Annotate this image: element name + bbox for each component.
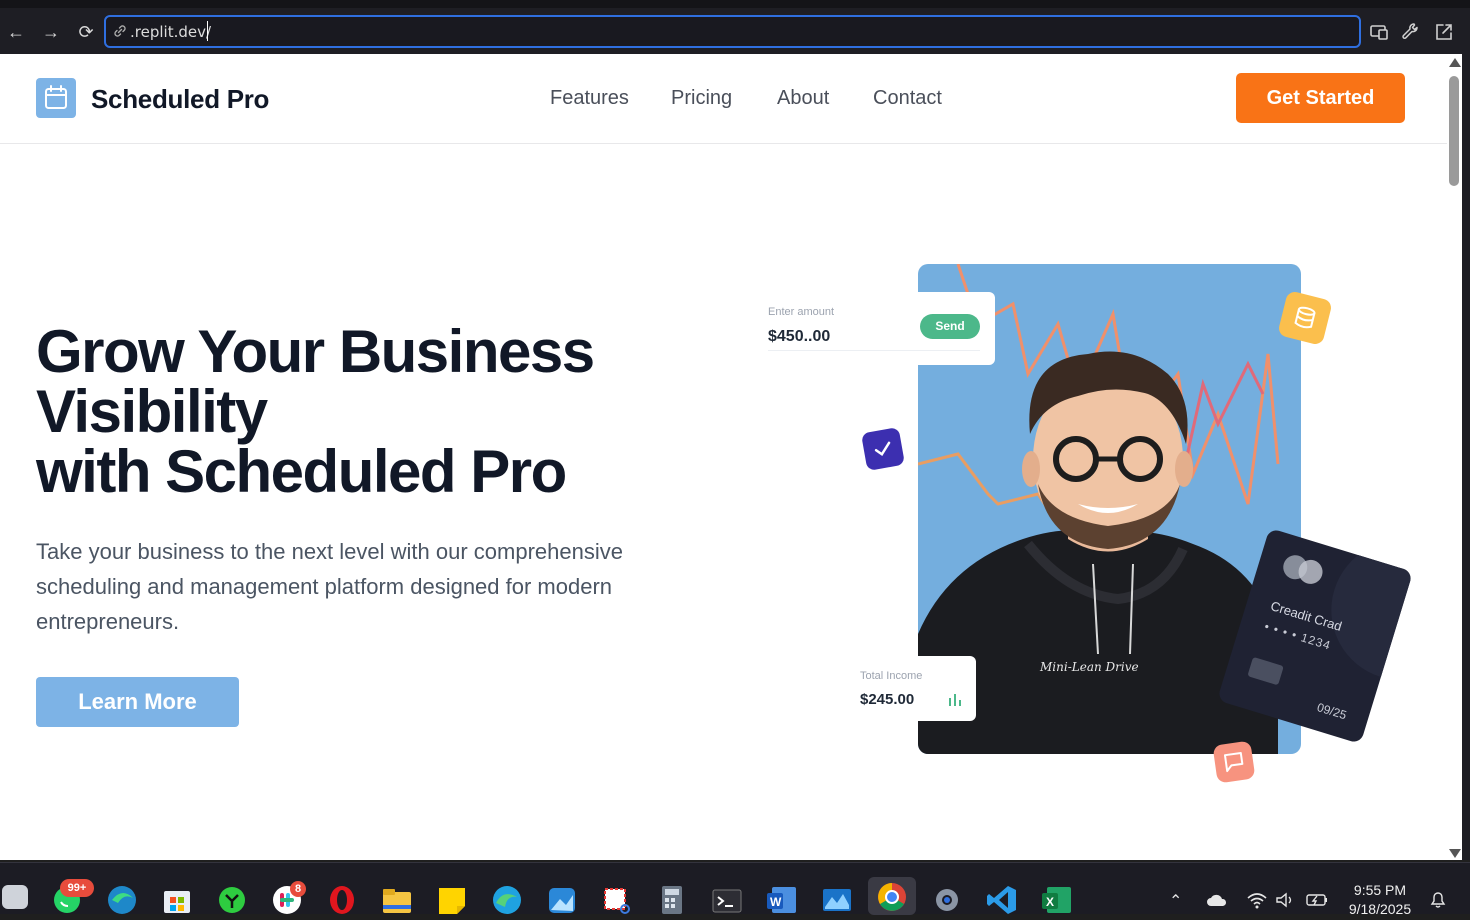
snipping-tool-icon[interactable] <box>601 883 633 915</box>
svg-text:W: W <box>770 895 782 909</box>
nav-pricing[interactable]: Pricing <box>671 87 732 110</box>
cloud-icon[interactable] <box>1206 893 1228 907</box>
notification-bell-icon[interactable] <box>1428 889 1448 909</box>
brand-name[interactable]: Scheduled Pro <box>91 84 269 115</box>
amount-underline <box>768 350 980 351</box>
reload-icon[interactable]: ⟳ <box>75 21 97 43</box>
amount-card: Enter amount $450..00 Send <box>758 292 995 365</box>
slack-badge: 8 <box>290 881 306 897</box>
hero-subtitle: Take your business to the next level wit… <box>36 539 623 634</box>
window-edge <box>1462 54 1470 860</box>
terminal-icon[interactable] <box>711 883 743 915</box>
hero-title-line-3: with Scheduled Pro <box>36 438 567 505</box>
bar-chart-icon <box>949 694 961 706</box>
desktop-app-icon[interactable] <box>2 885 28 909</box>
get-started-button[interactable]: Get Started <box>1236 73 1405 123</box>
sticky-notes-icon[interactable] <box>436 883 468 915</box>
settings-gear-icon[interactable] <box>931 883 963 915</box>
chevron-up-icon[interactable]: ⌃ <box>1169 891 1182 911</box>
send-button: Send <box>920 314 980 339</box>
logo-calendar-icon[interactable] <box>36 78 76 118</box>
cast-screen-icon[interactable] <box>1368 21 1390 43</box>
forward-arrow-icon[interactable]: → <box>40 21 62 43</box>
wrench-icon[interactable] <box>1400 21 1422 43</box>
learn-more-button[interactable]: Learn More <box>36 677 239 727</box>
photos-icon[interactable] <box>546 883 578 915</box>
url-text: .replit.dev/ <box>130 23 212 41</box>
windows-taskbar: 99+ 8 W X ⌃ 9:55 PM 9/18/2025 <box>0 862 1470 917</box>
open-external-icon[interactable] <box>1433 21 1455 43</box>
hoodie-print: Mini-Lean Drive <box>1040 660 1139 674</box>
browser-toolbar: ← → ⟳ .replit.dev/ <box>0 0 1470 54</box>
file-explorer-icon[interactable] <box>381 883 413 915</box>
edge-icon[interactable] <box>491 883 523 915</box>
chrome-taskbar-active[interactable] <box>868 877 916 915</box>
database-badge-icon <box>1279 292 1331 344</box>
nav-about[interactable]: About <box>777 87 829 110</box>
site-header: Scheduled Pro Features Pricing About Con… <box>0 54 1447 144</box>
hero-title-line-1: Grow Your Business <box>36 318 595 385</box>
word-icon[interactable]: W <box>766 883 798 915</box>
network-app-icon[interactable] <box>216 883 248 915</box>
battery-charging-icon[interactable] <box>1305 892 1329 908</box>
svg-text:X: X <box>1046 895 1054 909</box>
microsoft-store-icon[interactable] <box>161 883 193 915</box>
hero-title-line-2: Visibility <box>36 378 268 445</box>
edge-profile-icon[interactable] <box>106 883 138 915</box>
opera-icon[interactable] <box>326 883 358 915</box>
system-clock[interactable]: 9:55 PM 9/18/2025 <box>1340 881 1420 919</box>
checkmark-badge-icon <box>862 428 904 470</box>
income-label: Total Income <box>860 670 923 682</box>
calculator-icon[interactable] <box>656 883 688 915</box>
scroll-down-arrow-icon[interactable] <box>1449 849 1461 858</box>
amount-value: $450..00 <box>768 328 831 345</box>
income-value: $245.00 <box>860 691 915 708</box>
nav-contact[interactable]: Contact <box>873 87 942 110</box>
page-scrollbar[interactable] <box>1447 54 1462 860</box>
excel-icon[interactable]: X <box>1041 883 1073 915</box>
wifi-icon[interactable] <box>1246 891 1268 909</box>
text-caret <box>207 21 208 41</box>
clock-date: 9/18/2025 <box>1348 901 1412 917</box>
whatsapp-badge: 99+ <box>60 879 94 897</box>
address-bar[interactable]: .replit.dev/ <box>104 15 1361 48</box>
scrollbar-thumb[interactable] <box>1449 76 1459 186</box>
amount-label: Enter amount <box>768 306 835 318</box>
chat-badge-icon <box>1213 741 1255 783</box>
scroll-up-arrow-icon[interactable] <box>1449 58 1461 67</box>
vscode-icon[interactable] <box>986 883 1018 915</box>
web-page: Scheduled Pro Features Pricing About Con… <box>0 54 1447 860</box>
hero-title: Grow Your Business Visibility with Sched… <box>36 322 716 502</box>
nav-features[interactable]: Features <box>550 87 629 110</box>
back-arrow-icon[interactable]: ← <box>5 21 27 43</box>
volume-icon[interactable] <box>1275 892 1295 908</box>
stocks-app-icon[interactable] <box>821 883 853 915</box>
income-card: Total Income $245.00 <box>850 656 976 721</box>
clock-time: 9:55 PM <box>1353 882 1407 898</box>
link-icon <box>114 25 126 37</box>
